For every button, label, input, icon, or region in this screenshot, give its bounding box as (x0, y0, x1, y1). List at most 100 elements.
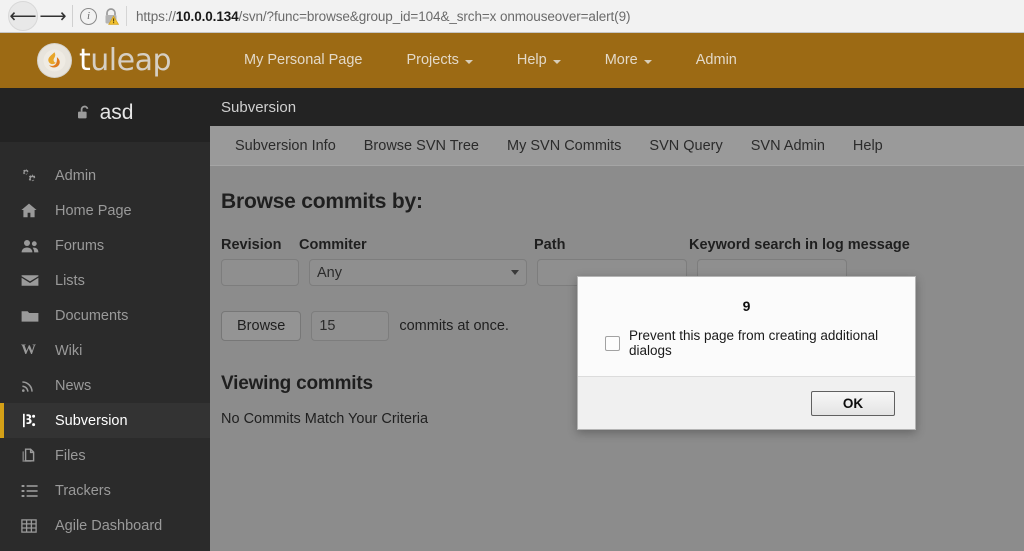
filter-labels-row: Revision Commiter Path Keyword search in… (221, 237, 1024, 253)
label-keyword: Keyword search in log message (689, 237, 910, 253)
url-separator (126, 6, 127, 26)
lock-warning-icon[interactable] (103, 7, 119, 25)
files-icon (21, 448, 43, 463)
tab-svn-query[interactable]: SVN Query (635, 138, 736, 154)
project-name: asd (99, 101, 134, 124)
service-tabbar: Subversion Info Browse SVN Tree My SVN C… (210, 126, 1024, 166)
tab-subversion-info[interactable]: Subversion Info (221, 138, 350, 154)
nav-label: Help (516, 52, 547, 69)
nav-label: Admin (695, 52, 737, 69)
info-icon[interactable]: i (80, 7, 97, 25)
users-icon (21, 239, 43, 253)
table-icon (21, 518, 43, 533)
ok-button[interactable]: OK (811, 390, 895, 416)
sidebar-item-subversion[interactable]: Subversion (0, 403, 219, 438)
project-sidebar: asd Admin Home Page Forums Lists Documen… (0, 88, 219, 551)
tab-browse-svn-tree[interactable]: Browse SVN Tree (350, 138, 493, 154)
tuleap-top-navbar: tuleap My Personal Page Projects Help Mo… (0, 33, 1024, 88)
cogs-icon (21, 168, 43, 183)
javascript-alert-dialog: 9 Prevent this page from creating additi… (577, 276, 916, 430)
chevron-down-icon (552, 59, 561, 64)
label-commiter: Commiter (299, 237, 367, 253)
brand-prefix: t (79, 42, 91, 78)
nav-projects[interactable]: Projects (384, 53, 494, 68)
label-revision: Revision (221, 237, 282, 253)
sidebar-item-label: Lists (55, 272, 85, 289)
sidebar-item-lists[interactable]: Lists (0, 263, 210, 298)
page-viewport: tuleap My Personal Page Projects Help Mo… (0, 33, 1024, 551)
sidebar-item-wiki[interactable]: W Wiki (0, 333, 210, 368)
home-icon (21, 203, 43, 218)
sidebar-item-agile-dashboard[interactable]: Agile Dashboard (0, 508, 210, 543)
sidebar-item-label: Documents (55, 307, 129, 324)
nav-admin[interactable]: Admin (674, 53, 759, 68)
sidebar-item-files[interactable]: Files (0, 438, 210, 473)
browse-commits-heading: Browse commits by: (221, 190, 423, 213)
nav-label: Projects (406, 52, 459, 69)
sidebar-item-label: Wiki (55, 342, 83, 359)
rss-icon (21, 379, 43, 393)
prevent-dialogs-checkbox-row[interactable]: Prevent this page from creating addition… (578, 314, 915, 376)
tab-help[interactable]: Help (839, 138, 897, 154)
sidebar-item-label: Agile Dashboard (55, 517, 163, 534)
chevron-down-icon (643, 59, 652, 64)
commit-count-input[interactable]: 15 (311, 311, 390, 341)
top-navigation: My Personal Page Projects Help More Admi… (222, 53, 759, 68)
url-host: 10.0.0.134 (175, 8, 239, 24)
sidebar-item-label: Home Page (55, 202, 132, 219)
navigation-buttons: ⟵ ⟶ (0, 0, 68, 32)
commiter-select[interactable]: Any (309, 259, 527, 286)
sidebar-item-news[interactable]: News (0, 368, 210, 403)
dialog-footer: OK (578, 376, 915, 429)
url-path: /svn/?func=browse&group_id=104&_srch=x o… (238, 8, 631, 24)
tuleap-brand[interactable]: tuleap (37, 43, 212, 78)
tab-svn-admin[interactable]: SVN Admin (737, 138, 839, 154)
prevent-dialogs-label: Prevent this page from creating addition… (629, 328, 879, 358)
chevron-down-icon (511, 270, 519, 275)
nav-label: My Personal Page (244, 52, 363, 69)
commiter-select-value: Any (317, 264, 342, 281)
revision-input[interactable] (221, 259, 299, 286)
label-path: Path (534, 237, 566, 253)
service-header: Subversion (210, 88, 1024, 126)
commits-at-once-label: commits at once. (399, 318, 509, 334)
sidebar-item-documents[interactable]: Documents (0, 298, 210, 333)
back-button-icon[interactable]: ⟵ (8, 1, 38, 31)
envelope-icon (21, 274, 43, 287)
sidebar-item-label: Files (55, 447, 86, 464)
sidebar-item-label: Admin (55, 167, 97, 184)
sidebar-item-admin[interactable]: Admin (0, 158, 210, 193)
sidebar-item-trackers[interactable]: Trackers (0, 473, 210, 508)
nav-more[interactable]: More (583, 53, 674, 68)
tuleap-flame-logo (37, 43, 72, 78)
address-bar[interactable]: https://10.0.0.134/svn/?func=browse&grou… (136, 9, 630, 24)
browser-chrome: ⟵ ⟶ i https://10.0.0.134/svn/?func=brows… (0, 0, 1024, 33)
nav-my-personal-page[interactable]: My Personal Page (222, 53, 384, 68)
sidebar-item-home-page[interactable]: Home Page (0, 193, 210, 228)
folder-icon (21, 309, 43, 323)
url-scheme: https:// (136, 8, 176, 24)
list-ol-icon (21, 484, 43, 498)
chevron-down-icon (464, 59, 473, 64)
forward-button-icon[interactable]: ⟶ (38, 2, 68, 30)
chrome-divider (72, 5, 73, 27)
nav-help[interactable]: Help (495, 53, 583, 68)
sidebar-nav: Admin Home Page Forums Lists Documents W… (0, 142, 219, 543)
dialog-message: 9 (742, 298, 751, 314)
browse-button[interactable]: Browse (221, 311, 302, 341)
project-header: asd (0, 88, 210, 142)
prevent-dialogs-checkbox[interactable] (605, 335, 620, 351)
browser-window: ⟵ ⟶ i https://10.0.0.134/svn/?func=brows… (0, 0, 1024, 551)
sidebar-item-label: News (55, 377, 92, 394)
wiki-w-icon: W (21, 342, 36, 358)
svn-icon (21, 413, 43, 428)
tuleap-wordmark: tuleap (79, 42, 171, 78)
sidebar-item-label: Subversion (55, 412, 128, 429)
tab-my-svn-commits[interactable]: My SVN Commits (493, 138, 635, 154)
brand-suffix: uleap (90, 42, 171, 78)
service-title: Subversion (221, 98, 297, 116)
sidebar-item-label: Forums (55, 237, 105, 254)
sidebar-item-forums[interactable]: Forums (0, 228, 210, 263)
unlock-icon (77, 105, 92, 121)
site-identity-group: i (80, 7, 126, 25)
